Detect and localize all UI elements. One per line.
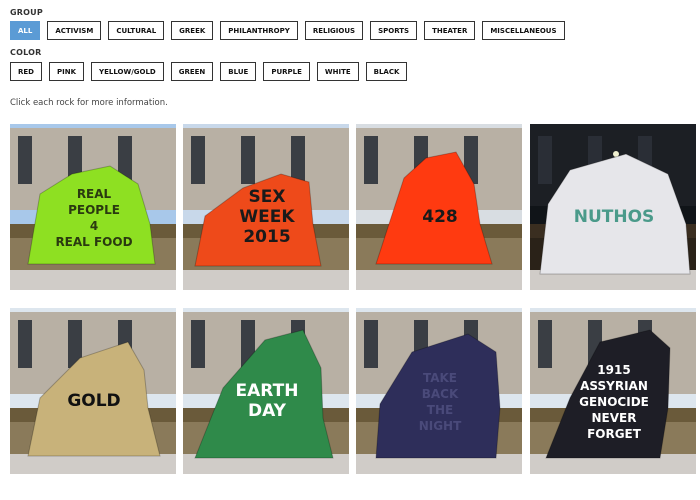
color-filter-black-button[interactable]: BLACK	[365, 62, 408, 81]
rock-text-line: NIGHT	[419, 419, 462, 433]
building-window	[191, 136, 205, 184]
rock-tile[interactable]: NUTHOS	[530, 124, 696, 290]
rock-text-line: 4	[90, 219, 98, 233]
group-filter-greek-button[interactable]: GREEK	[171, 21, 214, 40]
rock-text-line: REAL FOOD	[55, 235, 132, 249]
rock-text-line: SEX	[249, 187, 286, 207]
rock-tile[interactable]: 1915 ASSYRIAN GENOCIDE NEVER FORGET	[530, 308, 696, 474]
rock-text-line: GOLD	[67, 391, 120, 411]
rock-photo: GOLD	[10, 308, 176, 474]
rock-base	[10, 454, 176, 474]
building-window	[538, 136, 552, 184]
group-filter-sports-button[interactable]: SPORTS	[370, 21, 418, 40]
group-filter-religious-button[interactable]: RELIGIOUS	[304, 21, 364, 40]
group-label: GROUP	[10, 8, 43, 17]
rock-photo: REAL PEOPLE 4 REAL FOOD	[10, 124, 176, 290]
rock-tile[interactable]: EARTH DAY	[183, 308, 349, 474]
rock-tile[interactable]: TAKE BACK THE NIGHT	[356, 308, 522, 474]
color-filter-row: RED PINK YELLOW/GOLD GREEN BLUE PURPLE WHITE BL…	[10, 62, 408, 81]
building-window	[191, 320, 205, 368]
building-window	[364, 136, 378, 184]
group-filter-theater-button[interactable]: THEATER	[424, 21, 476, 40]
rock-tile[interactable]: REAL PEOPLE 4 REAL FOOD	[10, 124, 176, 290]
rock-text-line: EARTH	[236, 381, 299, 401]
color-filter-purple-button[interactable]: PURPLE	[263, 62, 310, 81]
rock-base	[183, 270, 349, 290]
instructions-text: Click each rock for more information.	[10, 98, 168, 108]
color-filter-white-button[interactable]: WHITE	[316, 62, 359, 81]
rock-text-line: BACK	[422, 387, 459, 401]
rock-text-line: DAY	[248, 401, 287, 421]
rock-text-line: THE	[427, 403, 453, 417]
building-window	[364, 320, 378, 368]
rock-gallery: REAL PEOPLE 4 REAL FOOD SEX WEEK 2015 428 NUTHOS…	[10, 124, 696, 474]
color-filter-pink-button[interactable]: PINK	[48, 62, 85, 81]
building-window	[18, 320, 32, 368]
rock-tile[interactable]: SEX WEEK 2015	[183, 124, 349, 290]
building-window	[538, 320, 552, 368]
group-filter-activism-button[interactable]: ACTIVISM	[47, 21, 102, 40]
rock-text-line: NEVER	[592, 411, 637, 425]
building-window	[241, 136, 255, 184]
rock-photo: NUTHOS	[530, 124, 696, 290]
rock-text-line: REAL	[77, 187, 112, 201]
rock-base	[10, 270, 176, 290]
rock-text-line: 428	[422, 207, 458, 227]
group-filter-cultural-button[interactable]: CULTURAL	[108, 21, 165, 40]
rock-text-line: FORGET	[587, 427, 642, 441]
rock-text-line: 1915	[597, 363, 630, 377]
rock-text-line: NUTHOS	[574, 207, 655, 227]
rock-text-line: 2015	[243, 227, 290, 247]
rock-text-line: PEOPLE	[68, 203, 120, 217]
group-filter-all-button[interactable]: ALL	[10, 21, 41, 40]
building-window	[18, 136, 32, 184]
building-window	[291, 136, 305, 184]
rock-photo: 428	[356, 124, 522, 290]
rock-text-line: TAKE	[423, 371, 457, 385]
rock-base	[356, 270, 522, 290]
group-filter-row: ALL ACTIVISM CULTURAL GREEK PHILANTHROPY RELI…	[10, 21, 565, 40]
rock-text-line: WEEK	[239, 207, 295, 227]
rock-photo: TAKE BACK THE NIGHT	[356, 308, 522, 474]
rock-tile[interactable]: 428	[356, 124, 522, 290]
rock-photo: EARTHDAY	[183, 308, 349, 474]
group-filter-philanthropy-button[interactable]: PHILANTHROPY	[220, 21, 298, 40]
color-filter-red-button[interactable]: RED	[10, 62, 42, 81]
color-filter-blue-button[interactable]: BLUE	[220, 62, 257, 81]
color-filter-green-button[interactable]: GREEN	[170, 62, 214, 81]
rock-photo: 1915 ASSYRIAN GENOCIDE NEVER FORGET	[530, 308, 696, 474]
rock-photo: SEXWEEK2015	[183, 124, 349, 290]
color-label: COLOR	[10, 48, 42, 57]
rock-tile[interactable]: GOLD	[10, 308, 176, 474]
rock-text-line: GENOCIDE	[579, 395, 649, 409]
group-filter-miscellaneous-button[interactable]: MISCELLANEOUS	[482, 21, 565, 40]
rock-text-line: ASSYRIAN	[580, 379, 648, 393]
color-filter-yellow-gold-button[interactable]: YELLOW/GOLD	[91, 62, 164, 81]
